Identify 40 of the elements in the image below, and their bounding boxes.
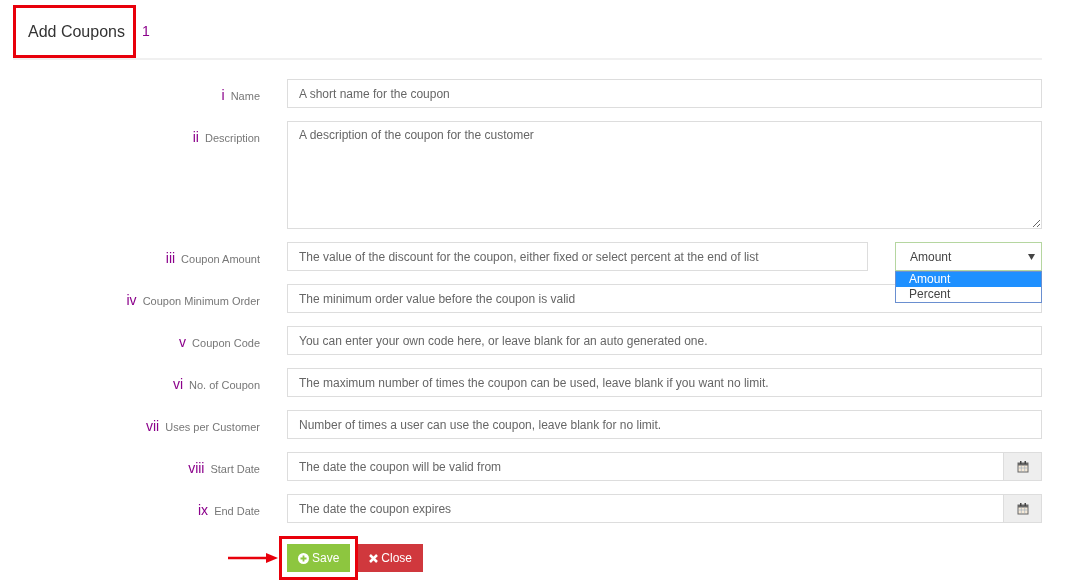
field-label: Name [230, 89, 260, 104]
step-marker: ii [192, 128, 199, 147]
step-marker: v [179, 333, 187, 352]
input-field[interactable]: You can enter your own code here, or leave blank for an auto generated one. [287, 326, 1042, 355]
field-label: Start Date [210, 462, 260, 477]
calendar-icon [1016, 460, 1029, 473]
field-label: Coupon Amount [181, 252, 260, 267]
step-number: 1 [141, 22, 150, 41]
step-marker: ix [198, 501, 209, 520]
text-area[interactable]: A description of the coupon for the customer [287, 121, 1042, 229]
plus-circle-icon [298, 552, 309, 564]
field-label: Uses per Customer [165, 420, 260, 435]
amount-select[interactable]: Amount [895, 242, 1042, 271]
field-label: No. of Coupon [189, 378, 260, 393]
input-field[interactable]: The maximum number of times the coupon can be used, leave blank if you want no limit. [287, 368, 1042, 397]
step-marker: iii [165, 249, 176, 268]
calendar-icon [1016, 502, 1029, 515]
caret-icon [1028, 253, 1035, 260]
input-field[interactable]: The value of the discount for the coupon, either fixed or select percent at the end of list [287, 242, 868, 271]
pointer-arrow [228, 553, 278, 563]
field-label: Description [204, 131, 260, 146]
input-field[interactable]: The date the coupon will be valid from [287, 452, 1004, 481]
input-field[interactable]: Number of times a user can use the coupon, leave blank for no limit. [287, 410, 1042, 439]
step-marker: vi [172, 375, 184, 394]
page-title: Add Coupons [13, 5, 136, 58]
dropdown-option[interactable]: Percent [896, 287, 1041, 302]
field-label: Coupon Code [192, 336, 260, 351]
close-icon [369, 553, 379, 563]
input-field[interactable]: A short name for the coupon [287, 79, 1042, 108]
input-field[interactable]: The date the coupon expires [287, 494, 1004, 523]
calendar-button[interactable] [1004, 494, 1042, 523]
field-label: End Date [214, 504, 260, 519]
field-label: Coupon Minimum Order [142, 294, 260, 309]
step-marker: iv [126, 291, 137, 310]
close-button[interactable]: Close [358, 544, 424, 572]
step-marker: vii [146, 417, 160, 436]
step-marker: i [221, 86, 225, 105]
step-marker: viii [188, 459, 205, 478]
calendar-button[interactable] [1004, 452, 1042, 481]
dropdown-option[interactable]: Amount [896, 272, 1041, 287]
